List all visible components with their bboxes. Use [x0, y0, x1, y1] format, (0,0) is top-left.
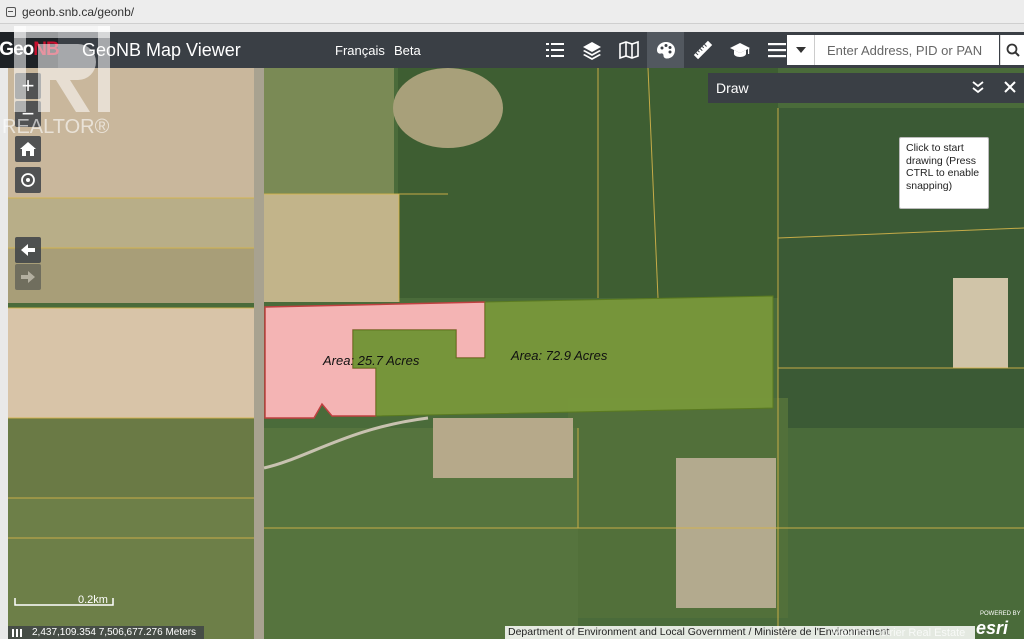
plus-icon: +	[21, 73, 35, 98]
search-input[interactable]	[815, 35, 999, 65]
education-tool-button[interactable]	[721, 32, 758, 68]
realtor-watermark-text: REALTOR®	[2, 116, 110, 138]
map-view[interactable]: Area: 25.7 Acres Area: 72.9 Acres	[8, 68, 1024, 639]
search-button[interactable]	[1000, 35, 1024, 65]
language-link[interactable]: Français	[335, 43, 385, 58]
list-icon	[545, 43, 564, 57]
menu-icon	[767, 43, 786, 58]
search-type-dropdown[interactable]	[787, 35, 815, 65]
close-icon[interactable]	[1002, 79, 1018, 95]
locate-icon	[21, 173, 35, 187]
draw-palette-icon	[656, 42, 675, 59]
app-header: Geo NB GeoNB Map Viewer Français Beta	[0, 32, 1024, 68]
logo-nb-text: NB	[33, 39, 59, 60]
logo-geo-text: Geo	[0, 39, 34, 60]
draw-tool-button[interactable]	[647, 32, 684, 68]
list-tool-button[interactable]	[536, 32, 573, 68]
layers-tool-button[interactable]	[573, 32, 610, 68]
draw-panel-title: Draw	[716, 80, 749, 96]
realtor-footer-watermark: Maxime Poirier Real Estate	[832, 627, 966, 639]
search-icon	[1006, 43, 1020, 57]
area-label-pink: Area: 25.7 Acres	[323, 353, 420, 368]
url-text: geonb.snb.ca/geonb/	[22, 4, 135, 19]
collapse-chevron-icon[interactable]	[970, 79, 986, 95]
browser-url-bar[interactable]: geonb.snb.ca/geonb/	[0, 0, 1024, 24]
forward-extent-button[interactable]	[15, 264, 41, 290]
app-title: GeoNB Map Viewer	[82, 39, 241, 60]
draw-tooltip: Click to start drawing (Press CTRL to en…	[899, 137, 989, 209]
geonb-logo[interactable]: Geo NB	[0, 32, 60, 68]
arrow-right-icon	[21, 271, 35, 283]
arrow-left-icon	[21, 244, 35, 256]
coordinates-icon[interactable]	[12, 629, 22, 637]
home-icon	[20, 142, 36, 156]
site-settings-icon[interactable]	[6, 6, 16, 17]
basemap-tool-button[interactable]	[610, 32, 647, 68]
basemap-icon	[618, 40, 639, 60]
beta-link[interactable]: Beta	[394, 43, 421, 58]
coordinates-readout: 2,437,109.354 7,506,677.276 Meters	[8, 626, 204, 639]
toolbar	[536, 32, 795, 68]
draw-panel-header: Draw	[708, 73, 1024, 103]
home-button[interactable]	[15, 136, 41, 162]
education-icon	[729, 43, 750, 57]
zoom-in-button[interactable]: +	[15, 73, 41, 99]
measure-tool-button[interactable]	[684, 32, 721, 68]
chevron-down-icon	[795, 47, 806, 53]
area-label-green: Area: 72.9 Acres	[511, 348, 608, 363]
layers-icon	[582, 42, 601, 60]
esri-logo[interactable]: esri	[976, 618, 1008, 639]
measure-ruler-icon	[693, 40, 712, 60]
scale-label: 0.2km	[78, 594, 108, 606]
locate-button[interactable]	[15, 167, 41, 193]
esri-powered-by: POWERED BY	[980, 611, 1021, 617]
back-extent-button[interactable]	[15, 237, 41, 263]
